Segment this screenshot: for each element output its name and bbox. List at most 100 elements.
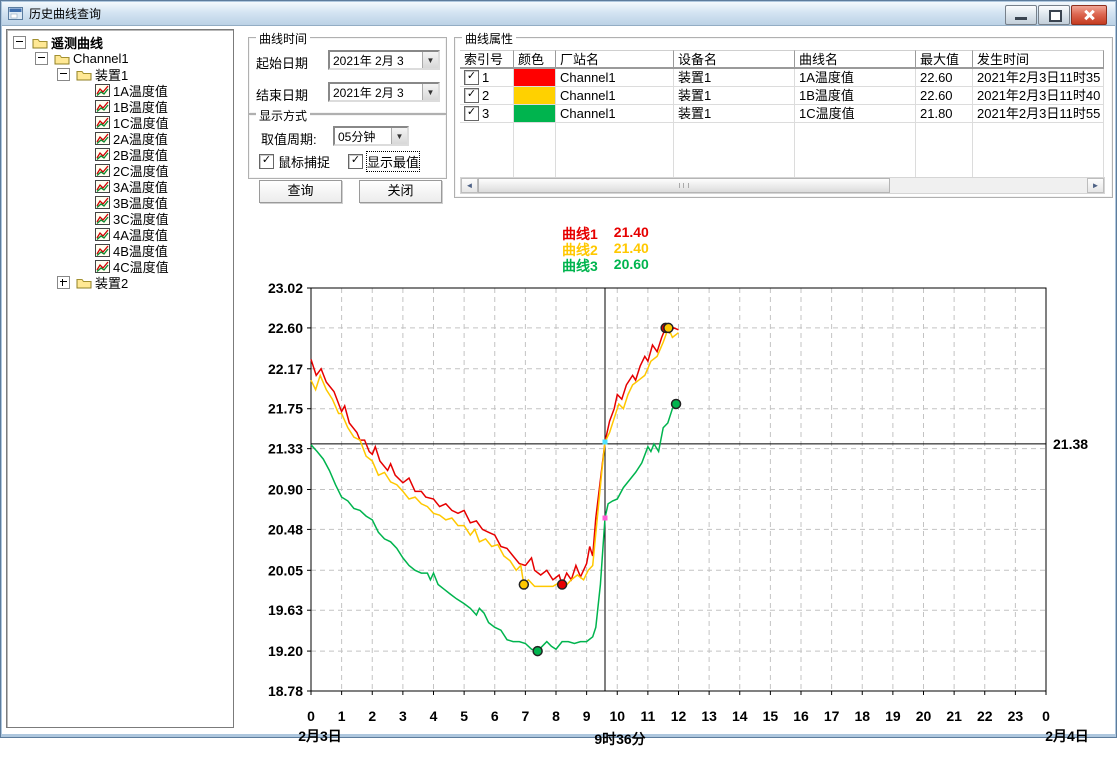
tree-node-装置2[interactable]: 装置2 [7, 274, 233, 290]
y-tick-label: 18.78 [268, 683, 303, 699]
close-dialog-button[interactable]: 关闭 [359, 180, 442, 203]
y-tick-label: 23.02 [268, 280, 303, 296]
restore-icon [1049, 10, 1062, 22]
curve-tree[interactable]: 遥测曲线Channel1装置11A温度值1B温度值1C温度值2A温度值2B温度值… [6, 29, 234, 728]
curve-color-swatch [514, 105, 555, 122]
end-date-label: 结束日期 [256, 85, 308, 104]
row-checkbox[interactable]: ✓ [464, 88, 479, 103]
start-date-value: 2021年 2月 3 [330, 52, 422, 69]
cell-max-time: 2021年2月3日11时40 [973, 87, 1104, 105]
tree-node-label: 遥测曲线 [51, 33, 103, 52]
show-extremes-checkbox[interactable]: ✓ 显示最值 [348, 152, 419, 171]
start-date-dropdown-icon[interactable]: ▼ [422, 52, 438, 68]
y-tick-label: 21.33 [268, 441, 303, 457]
tree-node-遥测曲线[interactable]: 遥测曲线 [7, 34, 233, 50]
table-header-2[interactable]: 厂站名 [556, 50, 674, 69]
table-row[interactable]: ✓1Channel1装置11A温度值22.602021年2月3日11时35 [460, 69, 1104, 87]
app-window: 历史曲线查询 遥测曲线Channel1装置11A温度值1B温度值1C温度值2A温… [0, 0, 1117, 738]
extreme-marker [519, 580, 528, 589]
table-header-0[interactable]: 索引号 [460, 50, 514, 69]
end-date-dropdown-icon[interactable]: ▼ [422, 84, 438, 100]
close-icon [1083, 9, 1095, 21]
table-row[interactable]: ✓2Channel1装置11B温度值22.602021年2月3日11时40 [460, 87, 1104, 105]
tree-expander-minus-icon[interactable] [13, 36, 26, 49]
scroll-left-button[interactable]: ◄ [461, 178, 478, 193]
curve-icon [95, 260, 110, 273]
mouse-capture-checkbox[interactable]: ✓ 鼠标捕捉 [259, 152, 330, 171]
series-line-曲线2 [311, 328, 679, 587]
x-tick-label: 19 [885, 708, 901, 724]
y-tick-label: 20.48 [268, 521, 303, 537]
scroll-right-button[interactable]: ► [1087, 178, 1104, 193]
x-tick-label: 13 [701, 708, 717, 724]
x-tick-label: 6 [491, 708, 499, 724]
x-tick-label: 1 [338, 708, 346, 724]
legend-curve-name: 曲线3 [562, 256, 598, 272]
query-button[interactable]: 查询 [259, 180, 342, 203]
sample-period-value: 05分钟 [335, 128, 391, 145]
scrollbar-grip-icon [679, 183, 689, 188]
table-header-5[interactable]: 最大值 [916, 50, 973, 69]
curve-icon [95, 148, 110, 161]
close-button[interactable] [1071, 5, 1107, 25]
tree-node-label: 装置2 [95, 273, 128, 292]
client-area: 遥测曲线Channel1装置11A温度值1B温度值1C温度值2A温度值2B温度值… [2, 26, 1115, 734]
curve-color-swatch [514, 87, 555, 104]
table-header-3[interactable]: 设备名 [674, 50, 795, 69]
y-tick-label: 19.20 [268, 643, 303, 659]
tree-node-label: Channel1 [73, 51, 129, 66]
tree-expander-minus-icon[interactable] [35, 52, 48, 65]
table-header-4[interactable]: 曲线名 [795, 50, 916, 69]
display-mode-group: 显示方式 取值周期: 05分钟 ▼ ✓ 鼠标捕捉 ✓ 显示最值 [248, 114, 447, 179]
cell-device: 装置1 [674, 105, 795, 123]
x-date-right-label: 2月4日 [1045, 728, 1089, 744]
legend-curve-value: 20.60 [614, 256, 649, 272]
cell-station: Channel1 [556, 69, 674, 87]
title-bar[interactable]: 历史曲线查询 [2, 2, 1115, 26]
table-row[interactable]: ✓3Channel1装置11C温度值21.802021年2月3日11时55 [460, 105, 1104, 123]
x-tick-label: 12 [671, 708, 687, 724]
y-tick-label: 22.17 [268, 361, 303, 377]
x-tick-label: 7 [521, 708, 529, 724]
extreme-marker [558, 580, 567, 589]
history-curve-chart[interactable]: 23.0222.6022.1721.7521.3320.9020.4820.05… [245, 276, 1117, 760]
legend-row: 曲线3 20.60 [562, 256, 649, 272]
y-tick-label: 20.05 [268, 562, 303, 578]
app-icon [8, 7, 23, 20]
legend-curve-name: 曲线2 [562, 240, 598, 256]
table-empty-row [460, 141, 1104, 159]
curve-icon [95, 164, 110, 177]
scrollbar-track[interactable] [478, 178, 1087, 193]
table-hscrollbar[interactable]: ◄ ► [460, 177, 1105, 194]
x-tick-label: 14 [732, 708, 748, 724]
scrollbar-thumb[interactable] [478, 178, 890, 193]
row-checkbox[interactable]: ✓ [464, 70, 479, 85]
folder-icon [76, 68, 92, 81]
x-tick-label: 11 [640, 708, 655, 724]
end-date-value: 2021年 2月 3 [330, 84, 422, 101]
crosshair-time-label: 9时36分 [594, 731, 645, 747]
x-tick-label: 21 [946, 708, 962, 724]
curve-icon [95, 228, 110, 241]
snap-marker [603, 516, 608, 521]
table-header-6[interactable]: 发生时间 [973, 50, 1104, 69]
restore-button[interactable] [1038, 5, 1070, 25]
table-header-1[interactable]: 颜色 [514, 50, 556, 69]
extreme-marker [672, 399, 681, 408]
x-tick-label: 0 [1042, 708, 1050, 724]
end-date-picker[interactable]: 2021年 2月 3 ▼ [328, 82, 440, 102]
tree-expander-minus-icon[interactable] [57, 68, 70, 81]
sample-period-dropdown-icon[interactable]: ▼ [391, 128, 407, 144]
sample-period-select[interactable]: 05分钟 ▼ [333, 126, 409, 146]
start-date-picker[interactable]: 2021年 2月 3 ▼ [328, 50, 440, 70]
mouse-capture-label: 鼠标捕捉 [278, 152, 330, 171]
tree-expander-plus-icon[interactable] [57, 276, 70, 289]
x-tick-label: 2 [368, 708, 376, 724]
curve-time-group-title: 曲线时间 [256, 30, 310, 47]
minimize-button[interactable] [1005, 5, 1037, 25]
x-tick-label: 20 [916, 708, 932, 724]
cell-curve-name: 1C温度值 [795, 105, 916, 123]
x-tick-label: 15 [763, 708, 779, 724]
minimize-icon [1015, 17, 1027, 20]
row-checkbox[interactable]: ✓ [464, 106, 479, 121]
